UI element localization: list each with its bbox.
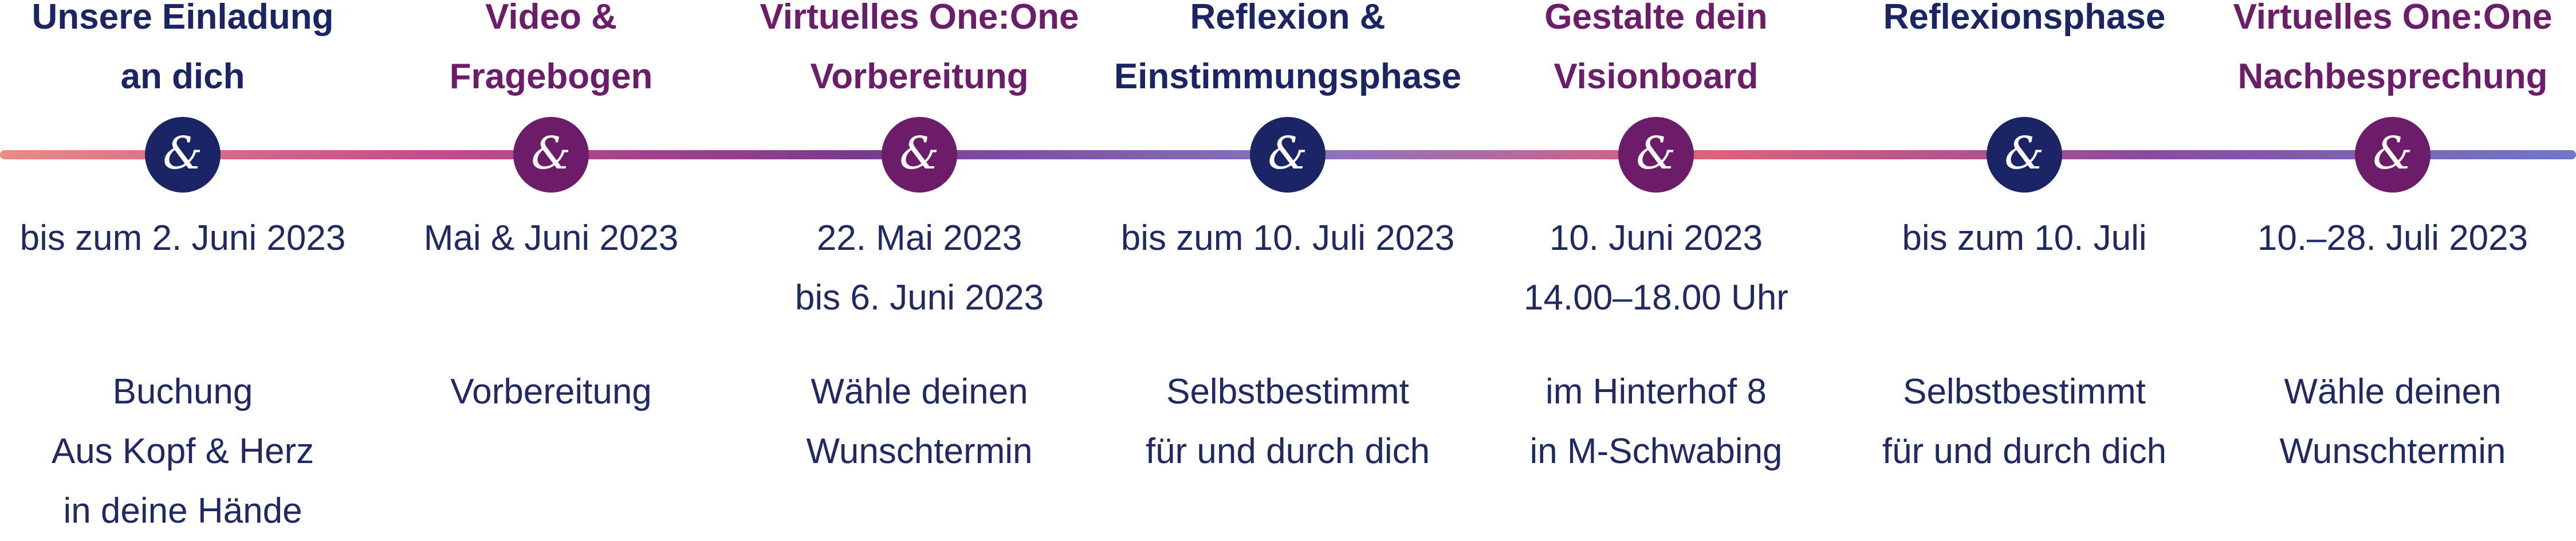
- timeline-step: Gestalte dein Visionboard & 10. Juni 2023 …: [1467, 0, 1845, 524]
- step-node: &: [513, 117, 589, 193]
- step-title: Reflexion & Einstimmungsphase: [1114, 0, 1462, 96]
- step-description: Wähle deinen Wunschtermin: [2279, 372, 2506, 471]
- step-title: Reflexionsphase: [1883, 0, 2166, 37]
- step-description: Selbstbestimmt für und durch dich: [1882, 372, 2167, 471]
- step-node: &: [1250, 117, 1326, 193]
- step-title: Virtuelles One:One Vorbereitung: [760, 0, 1079, 96]
- step-description: Buchung Aus Kopf & Herz in deine Hände: [51, 372, 314, 531]
- ampersand-icon: &: [531, 128, 571, 179]
- step-title: Unsere Einladung an dich: [32, 0, 334, 96]
- timeline-step: Unsere Einladung an dich & bis zum 2. Juni…: [0, 0, 372, 531]
- step-date: bis zum 10. Juli 2023: [1120, 218, 1455, 258]
- step-date: Mai & Juni 2023: [423, 218, 679, 258]
- ampersand-icon: &: [2004, 128, 2044, 179]
- timeline-step: Virtuelles One:One Vorbereitung & 22. Mai …: [730, 0, 1108, 524]
- timeline-step: Reflexionsphase & bis zum 10. Juli Selbstbe…: [1835, 0, 2213, 524]
- step-description: im Hinterhof 8 in M-Schwabing: [1529, 372, 1783, 471]
- ampersand-icon: &: [899, 128, 939, 179]
- step-date: 22. Mai 2023 bis 6. Juni 2023: [795, 218, 1044, 317]
- step-node: &: [1618, 117, 1694, 193]
- step-date: bis zum 10. Juli: [1902, 218, 2147, 258]
- step-date: 10. Juni 2023 14.00–18.00 Uhr: [1524, 218, 1788, 317]
- step-node: &: [2355, 117, 2431, 193]
- ampersand-icon: &: [1636, 128, 1676, 179]
- step-title: Virtuelles One:One Nachbesprechung: [2233, 0, 2553, 96]
- step-date: 10.–28. Juli 2023: [2257, 218, 2528, 258]
- step-node: &: [1987, 117, 2062, 193]
- step-title: Video & Fragebogen: [449, 0, 653, 96]
- ampersand-icon: &: [2373, 128, 2413, 179]
- step-description: Vorbereitung: [450, 372, 652, 411]
- timeline-step: Reflexion & Einstimmungsphase & bis zum 10…: [1099, 0, 1477, 524]
- step-title: Gestalte dein Visionboard: [1544, 0, 1768, 96]
- timeline-step: Virtuelles One:One Nachbesprechung & 10.–2…: [2204, 0, 2576, 524]
- step-node: &: [882, 117, 957, 193]
- step-description: Selbstbestimmt für und durch dich: [1145, 372, 1430, 471]
- step-node: &: [145, 117, 221, 193]
- step-description: Wähle deinen Wunschtermin: [806, 372, 1033, 471]
- ampersand-icon: &: [1268, 128, 1308, 179]
- step-date: bis zum 2. Juni 2023: [19, 218, 346, 258]
- timeline-step: Video & Fragebogen & Mai & Juni 2023 Vorber…: [362, 0, 740, 524]
- ampersand-icon: &: [163, 128, 203, 179]
